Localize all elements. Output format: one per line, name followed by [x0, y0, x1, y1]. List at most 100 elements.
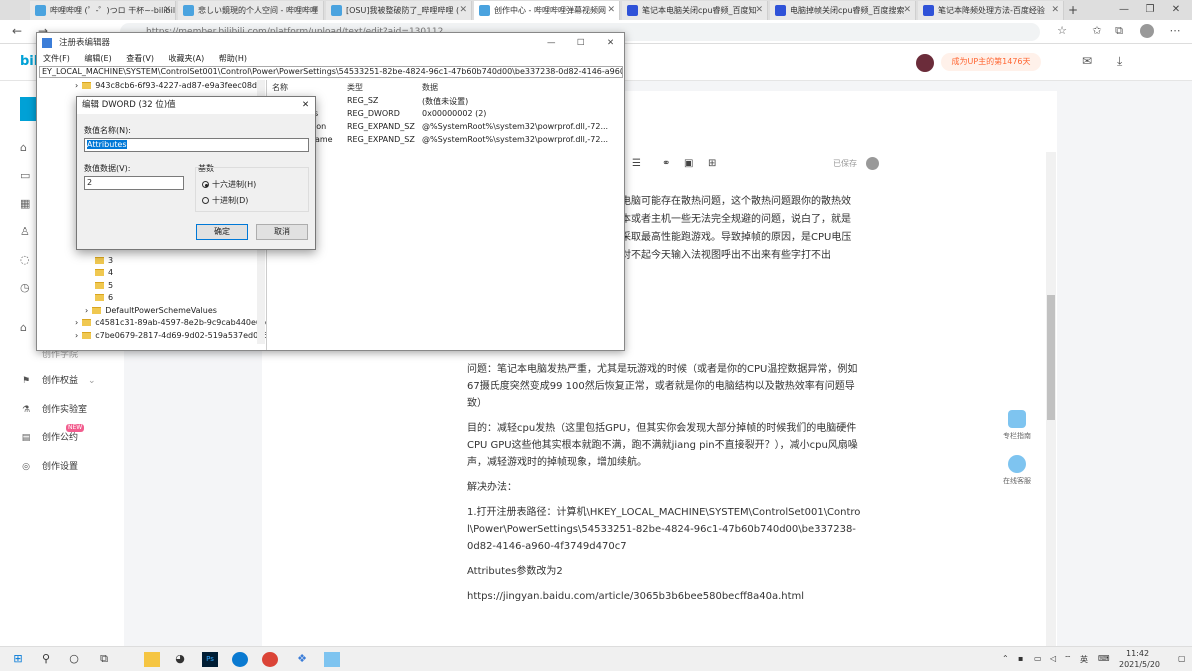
file-explorer-icon[interactable]	[144, 652, 160, 667]
close-tab-icon[interactable]: ✕	[903, 1, 911, 20]
browser-tab[interactable]: 笔记本降频处理方法-百度经验 ✕	[918, 1, 1064, 20]
more-icon[interactable]: ⋯	[1168, 24, 1182, 38]
ok-button[interactable]: 确定	[196, 224, 248, 240]
tree-item[interactable]: 5	[95, 280, 113, 292]
tray-chevron-icon[interactable]: ⌃	[1002, 654, 1009, 663]
expand-icon[interactable]: ›	[75, 81, 78, 90]
message-icon[interactable]: ✉	[1082, 54, 1092, 68]
tree-item[interactable]: › DefaultPowerSchemeValues	[85, 305, 217, 317]
sidebar-item-settings[interactable]: ◎ 创作设置	[20, 459, 78, 475]
tree-item[interactable]: › c4581c31-89ab-4597-8e2b-9c9cab440e6b	[75, 317, 266, 329]
column-data-header[interactable]: 数据	[422, 82, 438, 93]
clock-time[interactable]: 11:42	[1126, 649, 1149, 658]
tree-item[interactable]: › c7be0679-2817-4d69-9d02-519a537ed0c6	[75, 330, 266, 342]
tree-item[interactable]: › 943c8cb6-6f93-4227-ad87-e9a3feec08d1	[75, 80, 262, 92]
list-icon[interactable]: ☰	[632, 158, 641, 169]
minimize-icon[interactable]: —	[1110, 0, 1138, 20]
tree-item[interactable]: 6	[95, 292, 113, 304]
favorites-bar-icon[interactable]: ✩	[1090, 24, 1104, 38]
download-icon[interactable]: ⤓	[1117, 54, 1122, 69]
home-icon[interactable]: ⌂	[20, 141, 27, 154]
restore-icon[interactable]: ❐	[1136, 0, 1164, 20]
edge-icon[interactable]	[232, 652, 248, 667]
income-icon[interactable]: ◷	[20, 281, 30, 294]
card-icon[interactable]: ⊞	[708, 158, 716, 169]
tree-item[interactable]: 3	[95, 255, 113, 267]
hex-radio[interactable]: 十六进制(H)	[202, 179, 256, 190]
cancel-button[interactable]: 取消	[256, 224, 308, 240]
profile-avatar[interactable]	[1140, 24, 1154, 38]
value-data-input[interactable]: 2	[84, 176, 184, 190]
sidebar-item-rules[interactable]: ▤ 创作公约 NEW	[20, 424, 85, 446]
fans-icon[interactable]: ♙	[20, 225, 30, 238]
preview-icon[interactable]	[866, 157, 879, 170]
close-tab-icon[interactable]: ✕	[311, 1, 319, 20]
close-tab-icon[interactable]: ✕	[607, 1, 615, 20]
collections-icon[interactable]: ⧉	[1112, 24, 1126, 38]
new-tab-button[interactable]: +	[1066, 0, 1080, 20]
close-tab-icon[interactable]: ✕	[459, 1, 467, 20]
search-icon[interactable]: ⚲	[38, 652, 54, 667]
chrome-icon[interactable]	[262, 652, 278, 667]
menu-file[interactable]: 文件(F)	[43, 54, 70, 63]
column-type-header[interactable]: 类型	[347, 82, 363, 93]
photoshop-icon[interactable]: Ps	[202, 652, 218, 667]
close-tab-icon[interactable]: ✕	[1051, 1, 1059, 20]
column-guide-button[interactable]: 专栏指南	[999, 410, 1035, 441]
notification-icon[interactable]: ▢	[1178, 654, 1186, 663]
close-window-icon[interactable]: ✕	[607, 33, 614, 53]
tree-item[interactable]: 4	[95, 267, 113, 279]
user-avatar[interactable]	[916, 54, 934, 72]
link-icon[interactable]: ⚭	[662, 158, 670, 169]
browser-tab[interactable]: 悲しい鏡現的个人空间 - 哔哩哔哩 ✕	[178, 1, 324, 20]
menu-view[interactable]: 查看(V)	[126, 54, 154, 63]
back-icon[interactable]: ←	[12, 24, 22, 38]
input-mode-icon[interactable]: ⌨	[1098, 654, 1110, 663]
expand-icon[interactable]: ›	[75, 331, 78, 340]
online-support-button[interactable]: 在线客服	[999, 455, 1035, 486]
favorites-star-icon[interactable]: ☆	[1055, 24, 1069, 38]
expand-icon[interactable]: ›	[75, 318, 78, 327]
volume-icon[interactable]: ◁	[1050, 654, 1056, 663]
minimize-icon[interactable]: —	[547, 33, 556, 53]
close-window-icon[interactable]: ✕	[1162, 0, 1190, 20]
dec-radio[interactable]: 十进制(D)	[202, 195, 248, 206]
scrollbar-thumb[interactable]	[1047, 295, 1055, 420]
school-side-icon[interactable]: ⌂	[20, 321, 27, 334]
wifi-icon[interactable]: ⌔	[1064, 654, 1072, 664]
browser-tab-active[interactable]: 创作中心 - 哔哩哔哩弹幕视频网 ✕	[474, 1, 620, 20]
image-icon[interactable]: ▣	[684, 158, 693, 169]
menu-help[interactable]: 帮助(H)	[219, 54, 247, 63]
clock-date[interactable]: 2021/5/20	[1119, 660, 1160, 669]
column-name-header[interactable]: 名称	[272, 82, 288, 93]
comment-icon[interactable]: ◌	[20, 253, 30, 266]
sidebar-item-lab[interactable]: ⚗ 创作实验室	[20, 402, 87, 418]
close-icon[interactable]: ✕	[302, 97, 309, 114]
dialog-title[interactable]: 编辑 DWORD (32 位)值 ✕	[77, 97, 315, 114]
browser-tab[interactable]: 笔记本电脑关闭cpu睿频_百度知 ✕	[622, 1, 768, 20]
network-icon[interactable]: ▭	[1034, 654, 1042, 663]
regedit-titlebar[interactable]: 注册表编辑器 — ☐ ✕	[37, 33, 624, 53]
qq-icon[interactable]: ◕	[172, 652, 188, 667]
sidebar-item-rights[interactable]: ⚑ 创作权益 ⌄	[20, 373, 96, 389]
expand-icon[interactable]: ›	[85, 306, 88, 315]
cortana-icon[interactable]: ○	[66, 652, 82, 667]
close-tab-icon[interactable]: ✕	[163, 1, 171, 20]
dialog-taskbar-icon[interactable]	[324, 652, 340, 667]
value-name-input[interactable]: Attributes	[84, 138, 309, 152]
tray-app-icon[interactable]: ▪	[1018, 654, 1023, 663]
registry-path-field[interactable]: EY_LOCAL_MACHINE\SYSTEM\ControlSet001\Co…	[39, 66, 623, 78]
close-tab-icon[interactable]: ✕	[755, 1, 763, 20]
windows-start-icon[interactable]: ⊞	[10, 652, 26, 667]
menu-favorites[interactable]: 收藏夹(A)	[169, 54, 205, 63]
browser-tab[interactable]: 电脑掉帧关闭cpu睿频_百度搜索 ✕	[770, 1, 916, 20]
data-icon[interactable]: ▦	[20, 197, 30, 210]
maximize-icon[interactable]: ☐	[577, 33, 585, 53]
browser-tab[interactable]: [OSU]我被整破防了_哔哩哔哩 (✕	[326, 1, 472, 20]
input-language[interactable]: 英	[1080, 654, 1088, 665]
article-body[interactable]: 问题：笔记本电脑发热严重，尤其是玩游戏的时候（或者是你的CPU温控数据异常，例如…	[467, 361, 862, 613]
regedit-taskbar-icon[interactable]: ❖	[294, 652, 310, 667]
content-icon[interactable]: ▭	[20, 169, 30, 182]
browser-tab[interactable]: 哔哩哔哩 (゜-゜)つロ 干杯~-bilibili ✕	[30, 1, 176, 20]
up-days-badge[interactable]: 成为UP主的第1476天	[941, 53, 1041, 71]
